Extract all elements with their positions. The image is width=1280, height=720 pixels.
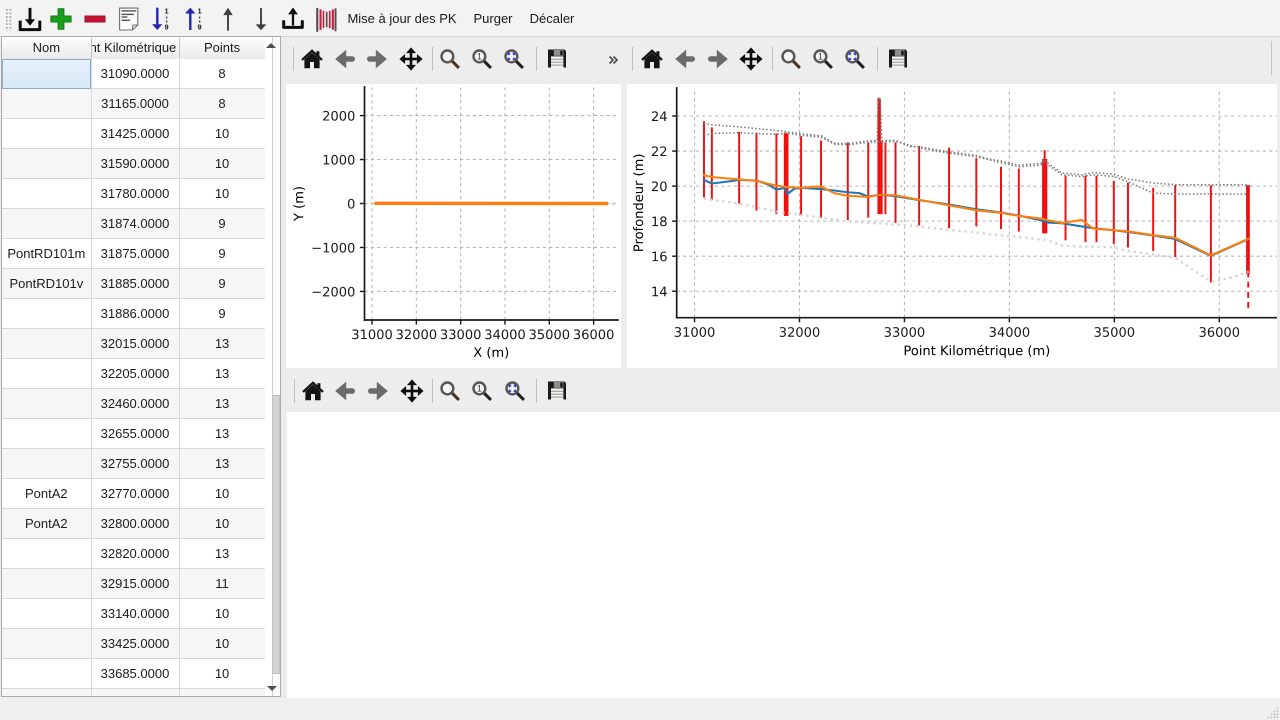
svg-text:1: 1 — [477, 384, 482, 394]
svg-text:1: 1 — [165, 6, 169, 15]
svg-text:9: 9 — [165, 22, 169, 31]
svg-text:9: 9 — [198, 22, 202, 31]
svg-text:1: 1 — [817, 51, 822, 61]
svg-text:1: 1 — [477, 51, 482, 61]
svg-text:1: 1 — [198, 6, 202, 15]
